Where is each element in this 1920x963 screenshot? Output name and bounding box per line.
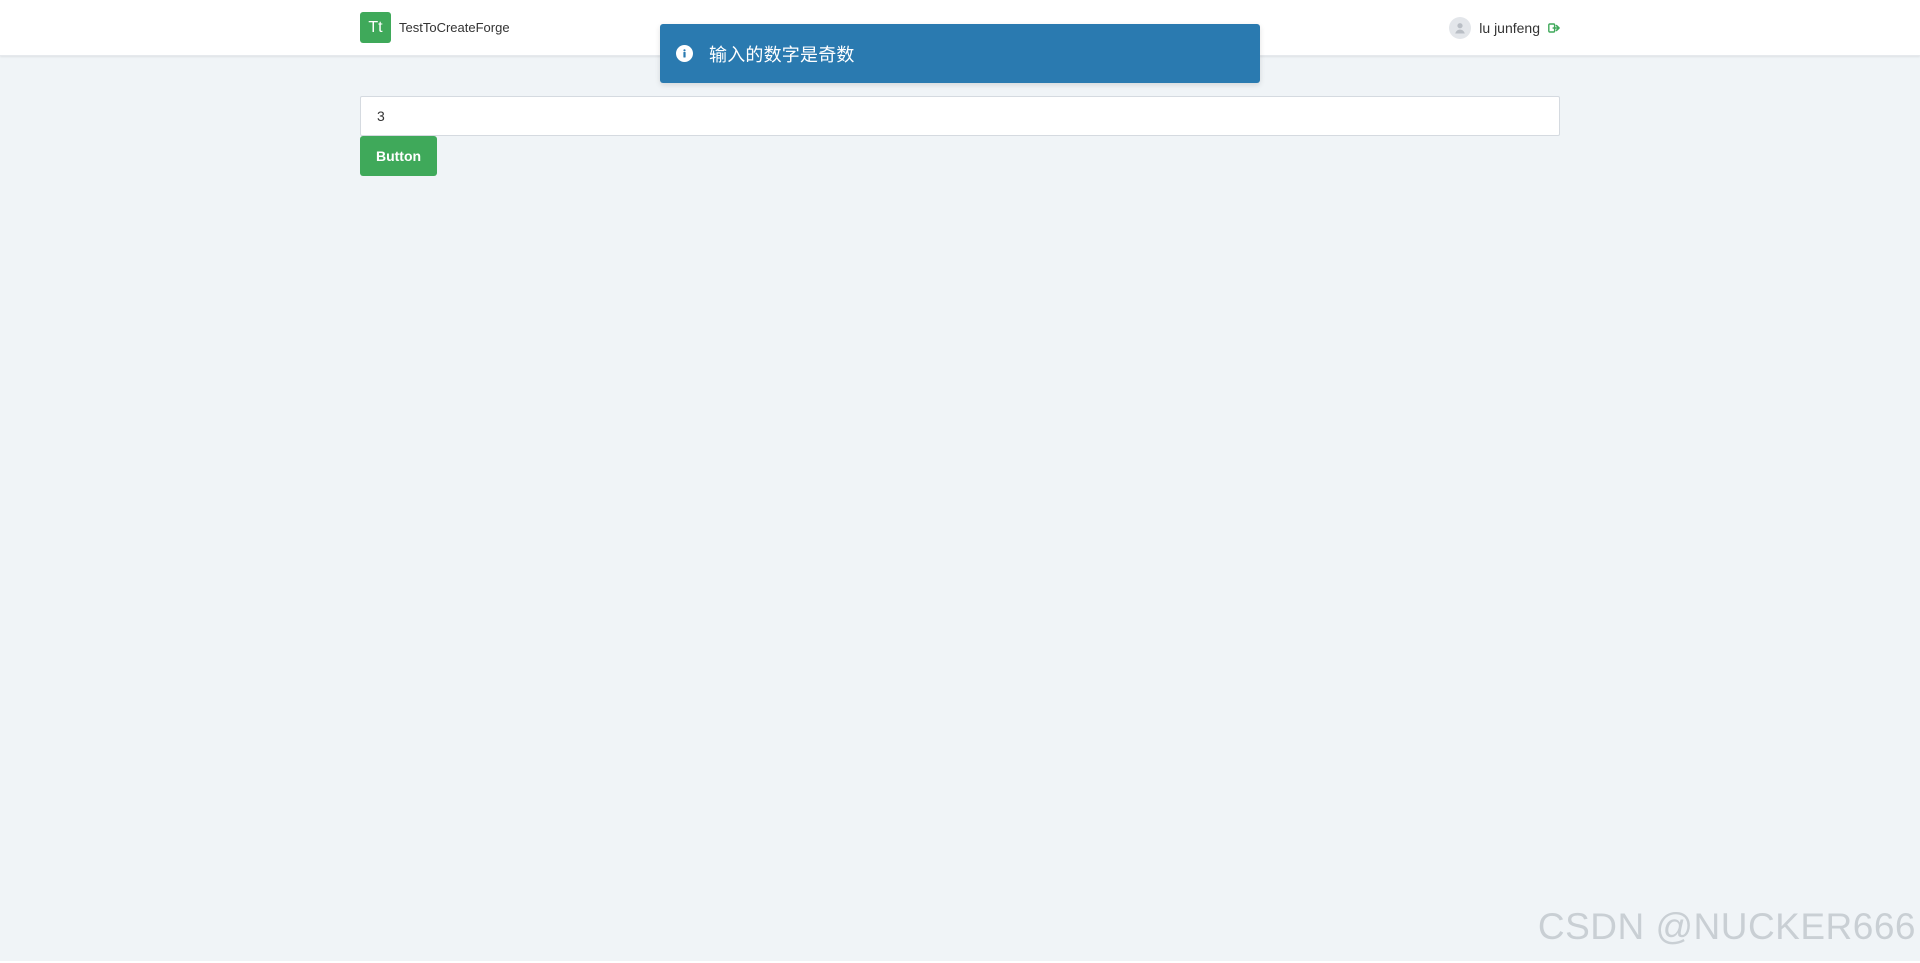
user-name[interactable]: lu junfeng	[1479, 20, 1540, 36]
app-name[interactable]: TestToCreateForge	[399, 20, 510, 35]
brand-logo[interactable]: Tt	[360, 12, 391, 43]
toast-message: 输入的数字是奇数	[709, 44, 855, 65]
main-content: Button	[360, 96, 1560, 176]
watermark-text: CSDN @NUCKER666	[1537, 906, 1916, 947]
submit-button[interactable]: Button	[360, 136, 437, 176]
info-notification-toast: 输入的数字是奇数	[660, 24, 1260, 83]
brand[interactable]: Tt TestToCreateForge	[360, 12, 510, 43]
info-circle-icon	[676, 45, 693, 62]
user-menu[interactable]: lu junfeng	[1449, 17, 1560, 39]
user-avatar-icon[interactable]	[1449, 17, 1472, 39]
logout-icon[interactable]	[1548, 22, 1560, 34]
number-input[interactable]	[360, 96, 1560, 136]
